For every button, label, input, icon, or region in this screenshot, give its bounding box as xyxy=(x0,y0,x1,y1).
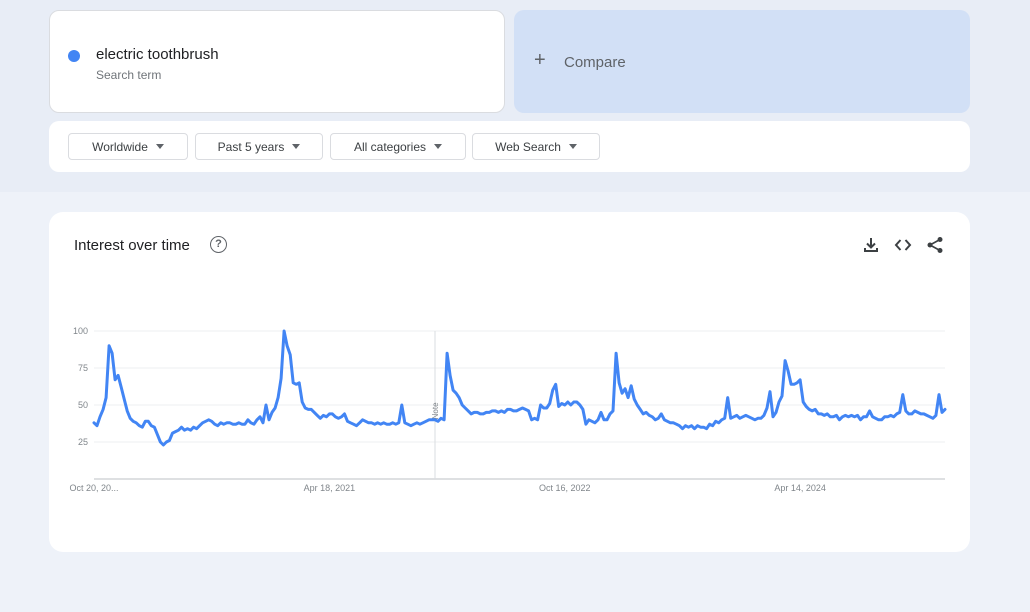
filter-location-dropdown[interactable]: Worldwide xyxy=(68,133,188,160)
x-tick-label: Apr 18, 2021 xyxy=(304,483,356,493)
caret-down-icon xyxy=(155,144,164,149)
caret-down-icon xyxy=(292,144,301,149)
filters-bar: Worldwide Past 5 years All categories We… xyxy=(49,121,970,172)
filter-time-range-label: Past 5 years xyxy=(217,139,285,154)
chart-series xyxy=(92,329,947,447)
filter-category-label: All categories xyxy=(353,139,427,154)
y-axis-ticks: 25 50 75 100 xyxy=(73,326,88,447)
caret-down-icon xyxy=(434,144,443,149)
download-icon[interactable] xyxy=(862,236,880,254)
filter-search-type-label: Web Search xyxy=(495,139,561,154)
x-tick-label: Oct 16, 2022 xyxy=(539,483,591,493)
chart-notes: Note xyxy=(431,331,440,479)
search-term-sublabel: Search term xyxy=(96,68,162,82)
caret-down-icon xyxy=(568,144,577,149)
filter-location-label: Worldwide xyxy=(92,139,148,154)
embed-code-icon[interactable] xyxy=(894,236,912,254)
x-axis-ticks: Oct 20, 20... Apr 18, 2021 Oct 16, 2022 Apr… xyxy=(69,483,825,493)
chart-grid xyxy=(94,330,945,480)
search-term-label[interactable]: electric toothbrush xyxy=(96,46,219,63)
compare-label: Compare xyxy=(564,54,626,71)
series-line xyxy=(92,329,947,447)
interest-over-time-card: Interest over time ? 25 50 75 100 Oct 20, 2… xyxy=(49,212,970,552)
filter-time-range-dropdown[interactable]: Past 5 years xyxy=(195,133,323,160)
y-tick-label: 50 xyxy=(78,400,88,410)
interest-line-chart: 25 50 75 100 Oct 20, 20... Apr 18, 2021 Oct 1… xyxy=(69,326,947,493)
y-tick-label: 25 xyxy=(78,437,88,447)
x-tick-label: Apr 14, 2024 xyxy=(774,483,826,493)
y-tick-label: 75 xyxy=(78,363,88,373)
compare-button[interactable]: + Compare xyxy=(514,10,970,113)
filter-category-dropdown[interactable]: All categories xyxy=(330,133,466,160)
term-color-dot xyxy=(68,50,80,62)
filter-search-type-dropdown[interactable]: Web Search xyxy=(472,133,600,160)
share-icon[interactable] xyxy=(926,236,944,254)
search-term-card[interactable]: electric toothbrush Search term xyxy=(49,10,505,113)
plus-icon: + xyxy=(534,49,546,71)
y-tick-label: 100 xyxy=(73,326,88,336)
help-circle-icon[interactable]: ? xyxy=(210,236,227,253)
chart-card-title: Interest over time xyxy=(74,237,190,254)
x-tick-label: Oct 20, 20... xyxy=(69,483,118,493)
note-label: Note xyxy=(431,402,440,419)
